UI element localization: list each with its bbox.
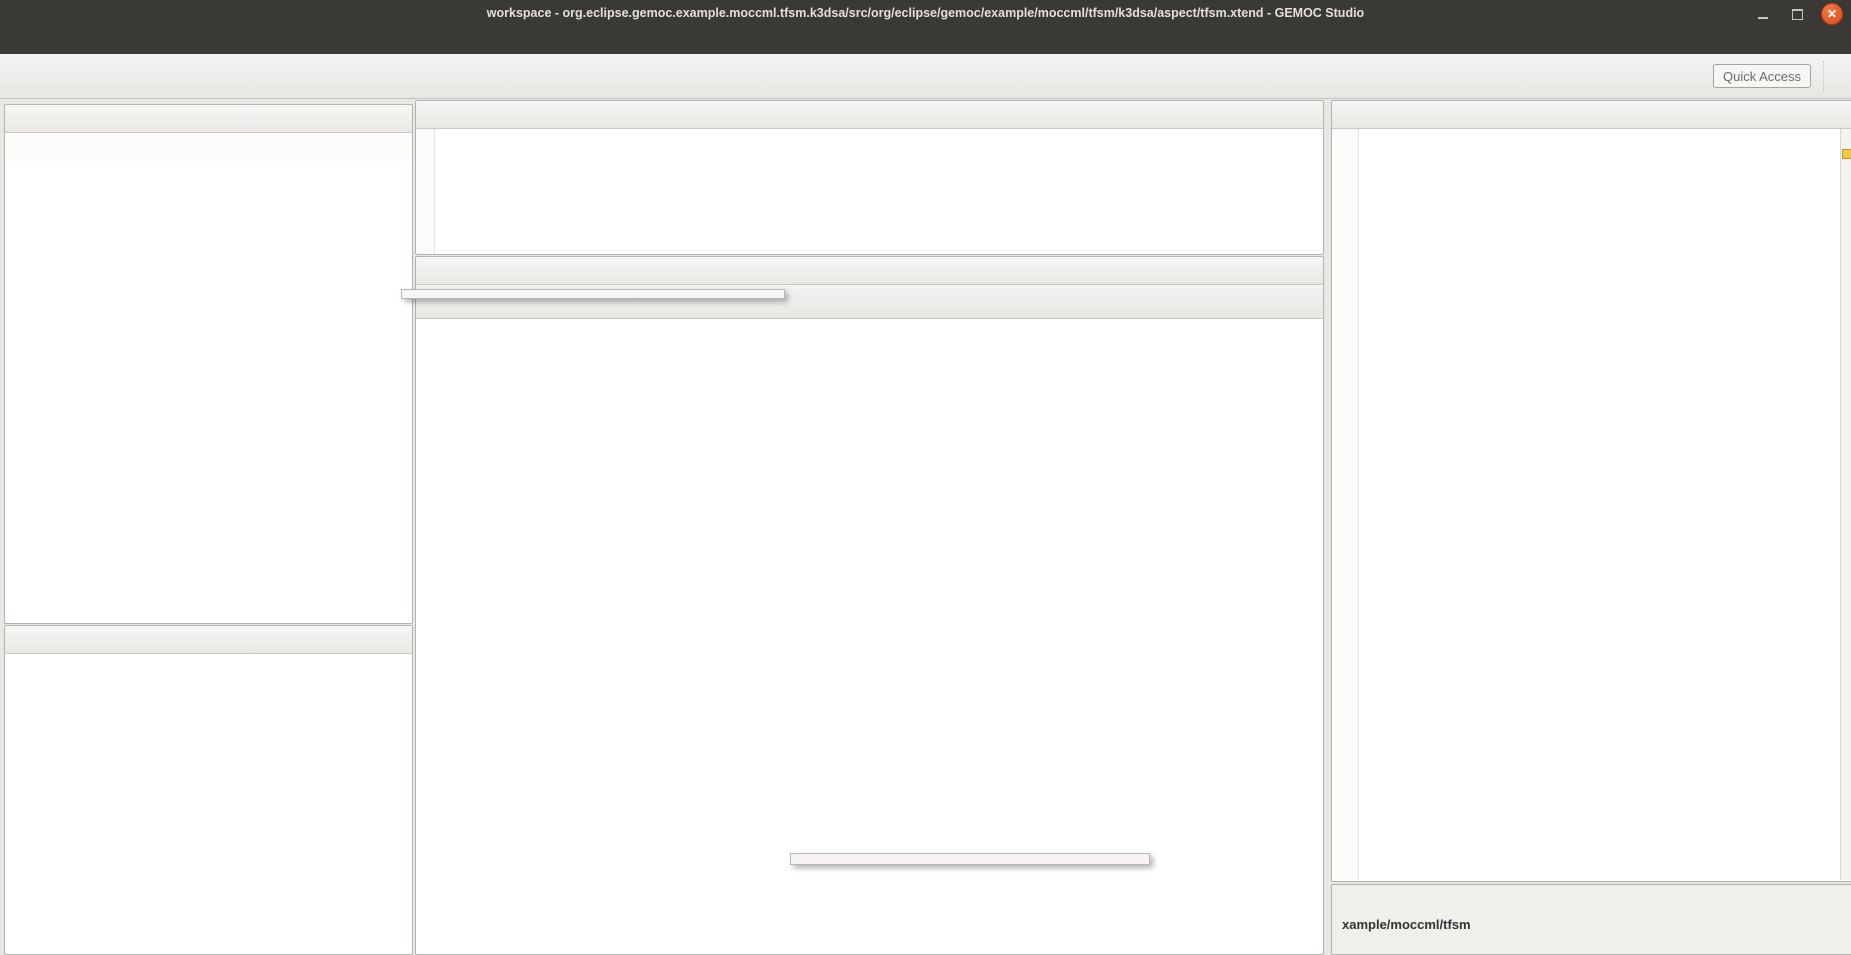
close-button[interactable]: ✕ bbox=[1821, 3, 1843, 25]
outline-tree[interactable] bbox=[5, 654, 412, 656]
dsl-editor bbox=[415, 100, 1324, 255]
menu-bar bbox=[0, 26, 1851, 54]
minimize-button[interactable] bbox=[1753, 4, 1773, 24]
dsl-code-area[interactable] bbox=[416, 129, 1323, 254]
project-explorer-view bbox=[4, 104, 413, 624]
xtend-code-area[interactable] bbox=[1332, 129, 1851, 880]
main-toolbar: Quick Access bbox=[0, 54, 1851, 99]
gemoc-moccml-submenu bbox=[790, 853, 1150, 865]
project-tree[interactable] bbox=[5, 161, 412, 165]
title-bar: workspace - org.eclipse.gemoc.example.mo… bbox=[0, 0, 1851, 26]
window-title: workspace - org.eclipse.gemoc.example.mo… bbox=[0, 0, 1851, 26]
gemoc-studio-window: { "window": { "title": "workspace - org.… bbox=[0, 0, 1851, 953]
maximize-button[interactable] bbox=[1787, 4, 1807, 24]
xtend-editor bbox=[1331, 100, 1851, 882]
minimized-view-panel: xample/moccml/tfsm bbox=[1331, 884, 1851, 955]
outline-view bbox=[4, 625, 413, 955]
diagram-editor bbox=[415, 256, 1324, 955]
path-label: xample/moccml/tfsm bbox=[1342, 917, 1471, 932]
overview-ruler[interactable] bbox=[1840, 129, 1851, 880]
toolbar-separator bbox=[1823, 61, 1825, 91]
warning-marker[interactable] bbox=[1842, 149, 1851, 159]
quick-access-button[interactable]: Quick Access bbox=[1713, 64, 1811, 88]
context-menu bbox=[401, 289, 785, 299]
